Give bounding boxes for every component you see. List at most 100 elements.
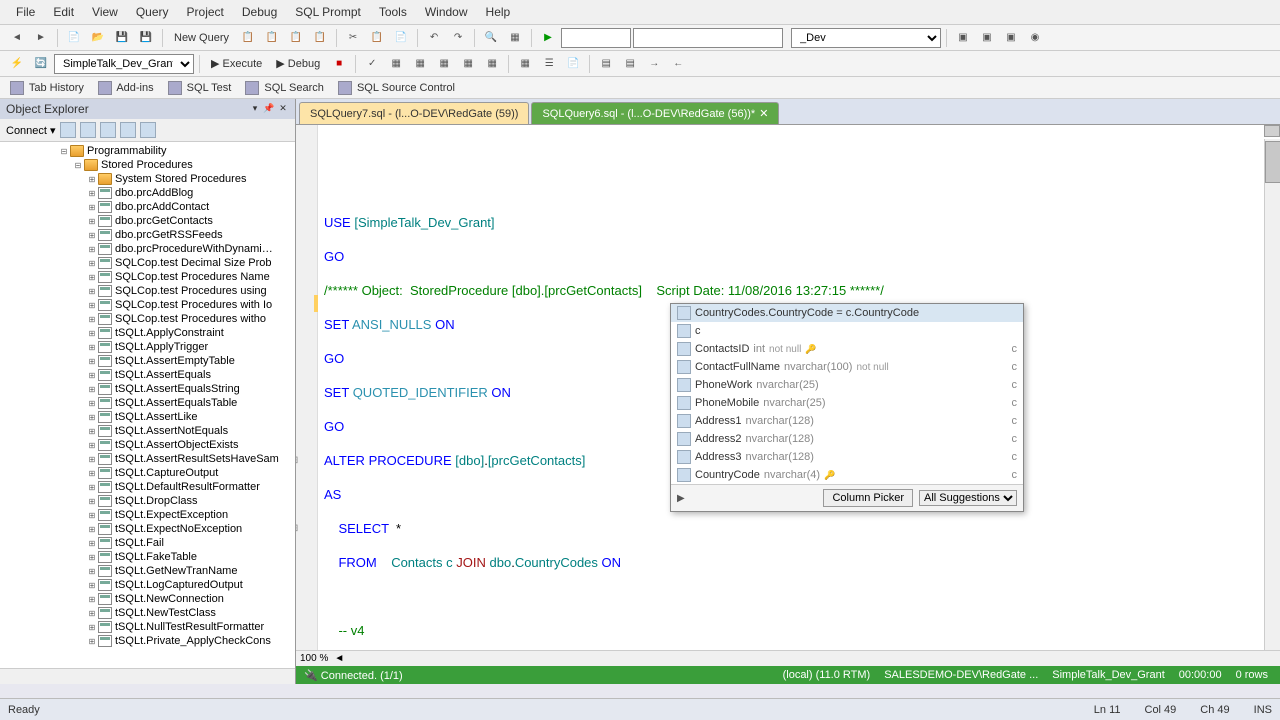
intellisense-item[interactable]: Address3 nvarchar(128)c [671, 448, 1023, 466]
tree-toggle-icon[interactable]: ⊞ [86, 189, 98, 198]
node-stored-procedures[interactable]: ⊟Stored Procedures [2, 158, 293, 172]
addin-add-ins[interactable]: Add-ins [94, 80, 158, 96]
menu-project[interactable]: Project [179, 2, 232, 22]
open-icon[interactable]: 📂 [87, 27, 109, 49]
tree-toggle-icon[interactable]: ⊞ [86, 217, 98, 226]
tree-toggle-icon[interactable]: ⊞ [86, 567, 98, 576]
indent-icon[interactable]: → [643, 53, 665, 75]
debug-button[interactable]: ▶ Debug [270, 55, 326, 72]
env-combo[interactable]: _Dev [791, 28, 941, 48]
misc4-icon[interactable]: ◉ [1024, 27, 1046, 49]
menu-debug[interactable]: Debug [234, 2, 285, 22]
addin-sql-test[interactable]: SQL Test [164, 80, 236, 96]
tree-toggle-icon[interactable]: ⊞ [86, 301, 98, 310]
tree-toggle-icon[interactable]: ⊟ [72, 161, 84, 170]
editor-vscroll[interactable] [1264, 139, 1280, 650]
node-proc[interactable]: ⊞dbo.prcGetRSSFeeds [2, 228, 293, 242]
tree-toggle-icon[interactable]: ⊞ [86, 371, 98, 380]
tree-toggle-icon[interactable]: ⊞ [86, 175, 98, 184]
nq4-icon[interactable]: 📋 [309, 27, 331, 49]
stop-icon[interactable]: ■ [328, 53, 350, 75]
menu-window[interactable]: Window [417, 2, 476, 22]
tree-toggle-icon[interactable]: ⊞ [86, 539, 98, 548]
node-proc[interactable]: ⊞tSQLt.DropClass [2, 494, 293, 508]
node-proc[interactable]: ⊞tSQLt.GetNewTranName [2, 564, 293, 578]
nav-icon[interactable]: ▦ [504, 27, 526, 49]
stop-icon[interactable] [80, 122, 96, 138]
node-system-stored-procedures[interactable]: ⊞System Stored Procedures [2, 172, 293, 186]
parse-icon[interactable]: ✓ [361, 53, 383, 75]
combo2[interactable] [633, 28, 783, 48]
disconnect-icon[interactable]: ⚡ [6, 53, 28, 75]
opt4-icon[interactable]: ▦ [481, 53, 503, 75]
node-proc[interactable]: ⊞tSQLt.ApplyTrigger [2, 340, 293, 354]
intellisense-item[interactable]: Address1 nvarchar(128)c [671, 412, 1023, 430]
node-proc[interactable]: ⊞tSQLt.DefaultResultFormatter [2, 480, 293, 494]
node-proc[interactable]: ⊞dbo.prcAddContact [2, 200, 293, 214]
node-proc[interactable]: ⊞tSQLt.AssertEmptyTable [2, 354, 293, 368]
node-proc[interactable]: ⊞tSQLt.AssertObjectExists [2, 438, 293, 452]
tree-toggle-icon[interactable]: ⊞ [86, 483, 98, 492]
tree-toggle-icon[interactable]: ⊞ [86, 315, 98, 324]
addin-tab-history[interactable]: Tab History [6, 80, 88, 96]
tree-toggle-icon[interactable]: ⊞ [86, 357, 98, 366]
menu-edit[interactable]: Edit [45, 2, 82, 22]
node-proc[interactable]: ⊞SQLCop.test Decimal Size Prob [2, 256, 293, 270]
node-proc[interactable]: ⊞tSQLt.NullTestResultFormatter [2, 620, 293, 634]
execute-button[interactable]: ▶ Execute [205, 55, 268, 72]
tree-toggle-icon[interactable]: ⊞ [86, 413, 98, 422]
intellisense-popup[interactable]: CountryCodes.CountryCode = c.CountryCode… [670, 303, 1024, 512]
fwd-icon[interactable]: ► [30, 27, 52, 49]
outdent-icon[interactable]: ← [667, 53, 689, 75]
tab-inactive[interactable]: SQLQuery7.sql - (l...O-DEV\RedGate (59)) [299, 102, 529, 124]
node-proc[interactable]: ⊞dbo.prcGetContacts [2, 214, 293, 228]
node-proc[interactable]: ⊞SQLCop.test Procedures Name [2, 270, 293, 284]
intellisense-item[interactable]: CountryCode nvarchar(4) 🔑c [671, 466, 1023, 484]
intellisense-list[interactable]: CountryCodes.CountryCode = c.CountryCode… [671, 304, 1023, 484]
intellisense-item[interactable]: Address2 nvarchar(128)c [671, 430, 1023, 448]
tree-toggle-icon[interactable]: ⊞ [86, 441, 98, 450]
tree-toggle-icon[interactable]: ⊞ [86, 399, 98, 408]
tree-toggle-icon[interactable]: ⊞ [86, 343, 98, 352]
expand-icon[interactable]: ▶ [677, 493, 685, 504]
node-proc[interactable]: ⊞tSQLt.ExpectException [2, 508, 293, 522]
node-proc[interactable]: ⊞tSQLt.NewConnection [2, 592, 293, 606]
find-icon[interactable]: 🔍 [480, 27, 502, 49]
tree-toggle-icon[interactable]: ⊞ [86, 203, 98, 212]
connect-button[interactable]: Connect ▾ [6, 124, 56, 137]
intellisense-item[interactable]: ContactFullName nvarchar(100) not nullc [671, 358, 1023, 376]
tree-toggle-icon[interactable]: ⊞ [86, 273, 98, 282]
editor-hscroll[interactable]: 100 % ◄ [296, 650, 1280, 666]
tree-toggle-icon[interactable]: ⊞ [86, 245, 98, 254]
nq-icon[interactable]: 📋 [237, 27, 259, 49]
misc2-icon[interactable]: ▣ [976, 27, 998, 49]
node-proc[interactable]: ⊞dbo.prcProcedureWithDynami… [2, 242, 293, 256]
menu-query[interactable]: Query [128, 2, 177, 22]
database-combo[interactable]: SimpleTalk_Dev_Grant [54, 54, 194, 74]
node-proc[interactable]: ⊞tSQLt.AssertNotEquals [2, 424, 293, 438]
intellisense-item[interactable]: c [671, 322, 1023, 340]
refresh-icon[interactable] [100, 122, 116, 138]
split-marker[interactable] [1264, 125, 1280, 137]
tree-toggle-icon[interactable]: ⊟ [58, 147, 70, 156]
node-proc[interactable]: ⊞tSQLt.AssertLike [2, 410, 293, 424]
comment-icon[interactable]: ▤ [595, 53, 617, 75]
intellisense-item[interactable]: ContactsID int not null 🔑c [671, 340, 1023, 358]
menu-view[interactable]: View [84, 2, 126, 22]
tree-toggle-icon[interactable]: ⊞ [86, 231, 98, 240]
disconnect-icon[interactable] [60, 122, 76, 138]
file-icon[interactable]: 📄 [562, 53, 584, 75]
tree-toggle-icon[interactable]: ⊞ [86, 623, 98, 632]
back-icon[interactable]: ◄ [6, 27, 28, 49]
undo-icon[interactable]: ↶ [423, 27, 445, 49]
pin-icon[interactable]: 📌 [263, 103, 275, 115]
tree-toggle-icon[interactable]: ⊞ [86, 595, 98, 604]
node-proc[interactable]: ⊞tSQLt.Fail [2, 536, 293, 550]
node-proc[interactable]: ⊞tSQLt.LogCapturedOutput [2, 578, 293, 592]
tree-toggle-icon[interactable]: ⊞ [86, 497, 98, 506]
node-programmability[interactable]: ⊟Programmability [2, 144, 293, 158]
tree-hscroll[interactable] [0, 668, 295, 684]
tree-toggle-icon[interactable]: ⊞ [86, 385, 98, 394]
new-query-button[interactable]: New Query [168, 30, 235, 46]
tree-toggle-icon[interactable]: ⊞ [86, 609, 98, 618]
